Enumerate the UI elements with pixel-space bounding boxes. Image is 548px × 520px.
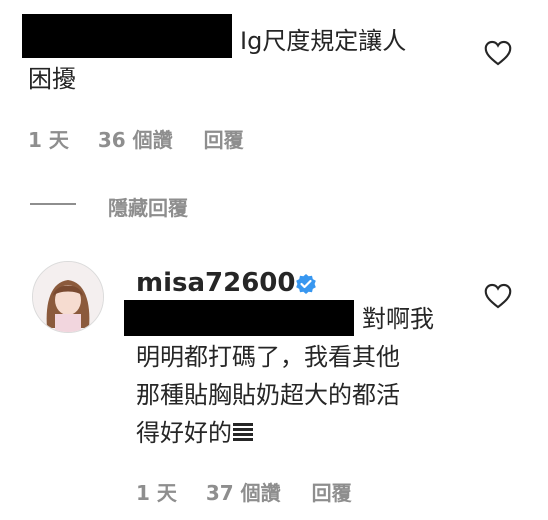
verified-badge-icon (294, 272, 318, 296)
username[interactable]: misa72600 (136, 268, 295, 298)
censor-bars-icon (232, 417, 254, 441)
heart-icon[interactable] (484, 40, 512, 66)
comment-text-line1: Ig尺度規定讓人 (240, 27, 407, 55)
reply-meta: 1 天 37 個讚 回覆 (136, 477, 352, 506)
hide-replies-line (30, 203, 76, 205)
reply-button[interactable]: 回覆 (204, 124, 244, 153)
avatar[interactable] (32, 261, 104, 333)
comment-meta: 1 天 36 個讚 回覆 (28, 124, 244, 153)
comment-text-line2: 困擾 (28, 65, 76, 93)
reply-text-line2: 明明都打碼了，我看其他 (136, 343, 400, 371)
reply-likes[interactable]: 37 個讚 (206, 477, 281, 506)
reply-button[interactable]: 回覆 (312, 477, 352, 506)
hide-replies-button[interactable]: 隱藏回覆 (108, 192, 188, 221)
comment-time: 1 天 (28, 128, 69, 152)
heart-icon[interactable] (484, 283, 512, 309)
reply-text-line3: 那種貼胸貼奶超大的都活 (136, 381, 400, 409)
redacted-username (22, 14, 232, 58)
reply-text-line4: 得好好的 (136, 414, 254, 452)
redacted-mention (124, 300, 354, 336)
reply-text-line1: 對啊我 (362, 305, 434, 333)
reply-text-line4-label: 得好好的 (136, 419, 232, 447)
comment-likes[interactable]: 36 個讚 (98, 124, 173, 153)
reply-time: 1 天 (136, 481, 177, 505)
